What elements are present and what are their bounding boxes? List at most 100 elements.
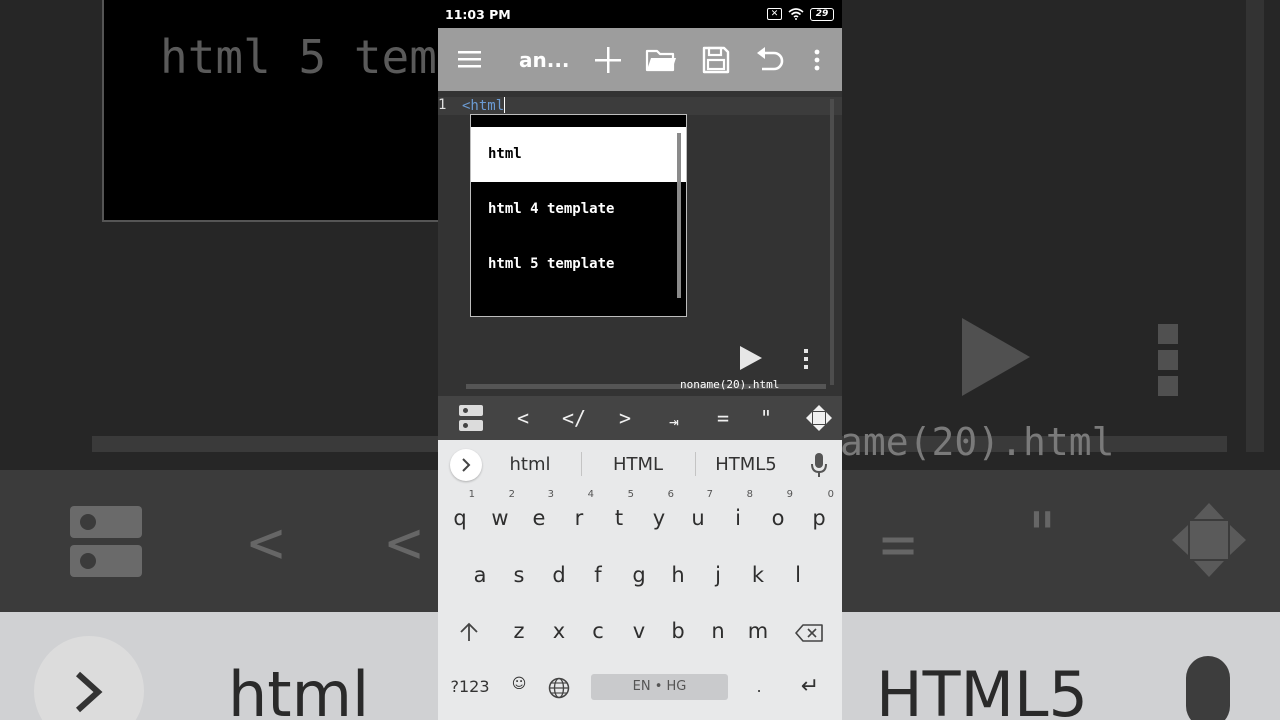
- suggestion-word[interactable]: HTML5: [691, 454, 801, 475]
- emoji-key[interactable]: ☺: [504, 666, 534, 702]
- background-suggestion: html: [228, 658, 370, 720]
- key-p[interactable]: p0: [800, 489, 838, 543]
- symbol-key-equals[interactable]: =: [708, 396, 738, 440]
- key-number-hint: 6: [667, 489, 674, 500]
- key-q[interactable]: q1: [441, 489, 479, 543]
- hamburger-menu-icon[interactable]: [454, 44, 486, 76]
- key-number-hint: 5: [627, 489, 634, 500]
- chevron-right-icon: [462, 458, 471, 472]
- enter-icon[interactable]: ↵: [790, 669, 830, 705]
- autocomplete-popup: html html 4 template html 5 template: [470, 114, 687, 317]
- symbol-key-quote[interactable]: ": [751, 396, 781, 440]
- globe-icon[interactable]: [548, 677, 570, 699]
- key-letter: p: [812, 506, 826, 530]
- code-line[interactable]: <html: [462, 97, 506, 114]
- save-icon[interactable]: [700, 44, 732, 76]
- key-i[interactable]: i8: [719, 489, 757, 543]
- period-key[interactable]: .: [744, 669, 774, 705]
- key-number-hint: 9: [786, 489, 793, 500]
- shift-icon[interactable]: [458, 621, 480, 643]
- more-vertical-icon[interactable]: [801, 44, 833, 76]
- undo-icon[interactable]: [754, 44, 786, 76]
- key-u[interactable]: u7: [679, 489, 717, 543]
- key-j[interactable]: j: [699, 550, 737, 600]
- code-editor[interactable]: 1 <html html html 4 template html 5 temp…: [438, 91, 842, 396]
- plus-icon[interactable]: [592, 44, 624, 76]
- key-letter: q: [453, 506, 467, 530]
- key-h[interactable]: h: [659, 550, 697, 600]
- suggestion-divider: [581, 452, 582, 476]
- key-number-hint: 8: [746, 489, 753, 500]
- key-y[interactable]: y6: [640, 489, 678, 543]
- key-a[interactable]: a: [461, 550, 499, 600]
- key-g[interactable]: g: [620, 550, 658, 600]
- vertical-scrollbar[interactable]: [830, 99, 834, 385]
- background-toggle-icon: [70, 506, 142, 538]
- autocomplete-item[interactable]: html: [471, 127, 686, 182]
- key-n[interactable]: n: [699, 606, 737, 656]
- autocomplete-item[interactable]: html 4 template: [471, 182, 686, 237]
- status-bar: 11:03 PM ✕ 29: [438, 0, 842, 28]
- key-w[interactable]: w2: [481, 489, 519, 543]
- key-o[interactable]: o9: [759, 489, 797, 543]
- background-chevron-icon: [75, 671, 103, 713]
- mic-icon[interactable]: [810, 452, 828, 478]
- autocomplete-header: [471, 115, 686, 127]
- symbols-key[interactable]: ?123: [448, 669, 492, 705]
- autocomplete-item[interactable]: html 5 template: [471, 237, 686, 292]
- autocomplete-scrollbar[interactable]: [677, 133, 681, 298]
- symbol-key-close-tag[interactable]: </: [556, 396, 592, 440]
- folder-open-icon[interactable]: [645, 44, 677, 76]
- key-f[interactable]: f: [579, 550, 617, 600]
- key-number-hint: 7: [706, 489, 713, 500]
- status-time: 11:03 PM: [445, 7, 511, 22]
- key-letter: t: [614, 506, 624, 530]
- key-letter: w: [491, 506, 509, 530]
- app-bar: an...: [438, 28, 842, 91]
- move-arrows-icon[interactable]: [806, 405, 832, 431]
- suggestion-word[interactable]: HTML: [583, 454, 693, 475]
- symbol-key-lt[interactable]: <: [508, 396, 538, 440]
- key-c[interactable]: c: [579, 606, 617, 656]
- background-symbol: <: [248, 508, 285, 578]
- tab-icon[interactable]: ⇥: [659, 400, 689, 444]
- key-l[interactable]: l: [779, 550, 817, 600]
- toggle-panel-icon[interactable]: [459, 405, 483, 431]
- key-b[interactable]: b: [659, 606, 697, 656]
- key-e[interactable]: e3: [520, 489, 558, 543]
- background-dot: [1158, 324, 1178, 344]
- key-s[interactable]: s: [500, 550, 538, 600]
- background-move-icon: [1172, 503, 1246, 577]
- background-toggle-icon: [70, 545, 142, 577]
- key-letter: o: [771, 506, 785, 530]
- key-v[interactable]: v: [620, 606, 658, 656]
- background-code-text: html 5 tem: [160, 30, 437, 84]
- key-d[interactable]: d: [540, 550, 578, 600]
- battery-indicator: 29: [810, 7, 834, 21]
- background-symbol: =: [880, 510, 917, 580]
- play-icon[interactable]: [740, 346, 762, 370]
- file-title[interactable]: an...: [519, 48, 570, 72]
- background-play-icon: [962, 318, 1030, 396]
- key-r[interactable]: r4: [560, 489, 598, 543]
- key-z[interactable]: z: [500, 606, 538, 656]
- symbol-key-gt[interactable]: >: [610, 396, 640, 440]
- text-cursor: [504, 97, 506, 113]
- background-filename: ame(20).html: [840, 420, 1115, 464]
- status-icons: ✕ 29: [767, 7, 834, 21]
- key-t[interactable]: t5: [600, 489, 638, 543]
- key-letter: e: [532, 506, 546, 530]
- space-bar[interactable]: EN • HG: [591, 674, 728, 700]
- backspace-icon[interactable]: [795, 624, 823, 642]
- wifi-icon: [788, 8, 804, 20]
- background-suggestion: HTML5: [876, 658, 1088, 720]
- more-vertical-icon[interactable]: [804, 349, 808, 369]
- key-number-hint: 1: [468, 489, 475, 500]
- key-m[interactable]: m: [739, 606, 777, 656]
- key-x[interactable]: x: [540, 606, 578, 656]
- key-k[interactable]: k: [739, 550, 777, 600]
- suggestion-word[interactable]: html: [475, 454, 585, 475]
- key-number-hint: 0: [827, 489, 834, 500]
- background-dot: [1158, 376, 1178, 396]
- key-letter: y: [652, 506, 666, 530]
